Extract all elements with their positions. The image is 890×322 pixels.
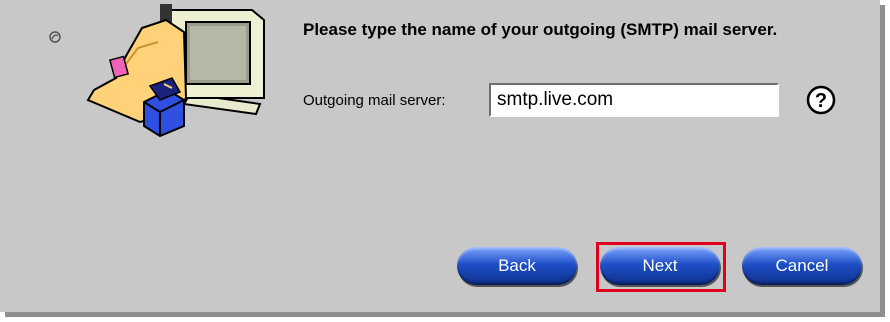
computer-mail-illustration-icon bbox=[86, 4, 265, 138]
page-heading: Please type the name of your outgoing (S… bbox=[303, 20, 778, 39]
back-button[interactable]: Back bbox=[457, 247, 577, 285]
wizard-window: Please type the name of your outgoing (S… bbox=[0, 0, 880, 312]
help-symbol: ? bbox=[815, 90, 827, 112]
small-logo-icon bbox=[49, 31, 61, 43]
cancel-button[interactable]: Cancel bbox=[742, 247, 862, 285]
outgoing-server-input[interactable] bbox=[489, 83, 779, 117]
help-icon: ? bbox=[806, 85, 836, 115]
outgoing-server-label: Outgoing mail server: bbox=[303, 92, 446, 109]
help-button[interactable]: ? bbox=[805, 84, 837, 116]
next-button[interactable]: Next bbox=[600, 247, 720, 285]
